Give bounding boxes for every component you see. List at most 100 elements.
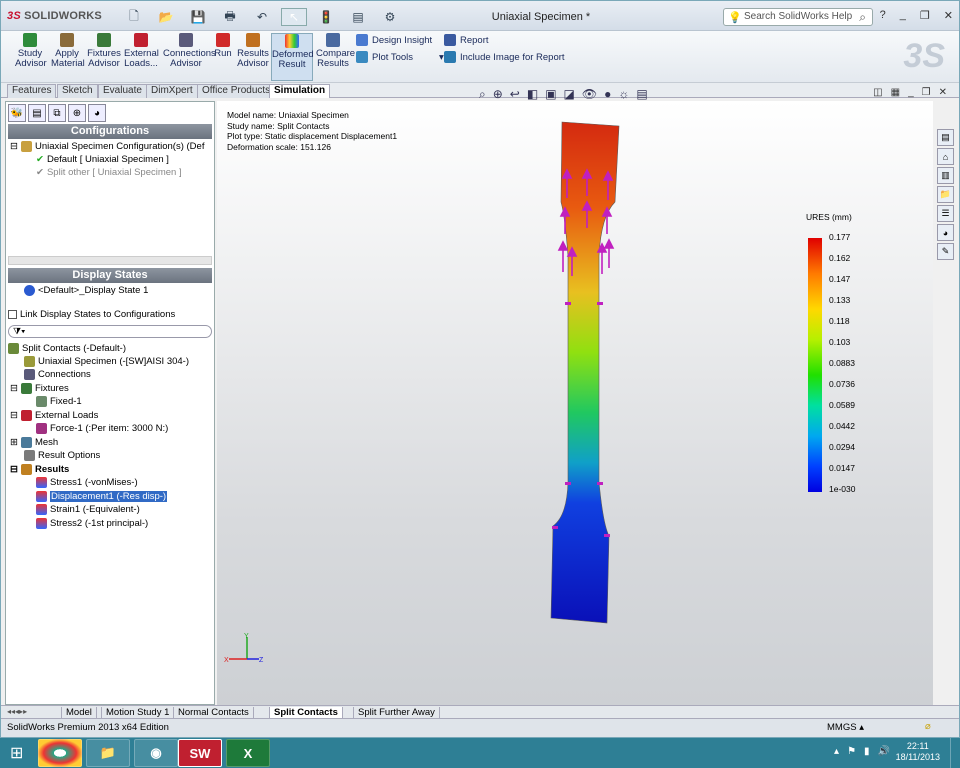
help-icon[interactable]: ? [880,9,886,22]
link-display-states[interactable]: Link Display States to Configurations [8,309,175,320]
tree-results[interactable]: ⊟ Results [10,464,69,475]
link-display-states-checkbox[interactable] [8,310,17,319]
resources-icon[interactable]: ▤ [937,129,954,146]
restore-button[interactable]: ❐ [920,9,930,22]
tab-simulation[interactable]: Simulation [269,84,331,98]
solidworks-taskbar-icon[interactable]: SW [178,739,222,767]
connections-icon [179,33,193,47]
tree-filter-input[interactable]: ⧩▾ [8,325,212,338]
config-root[interactable]: ⊟ Uniaxial Specimen Configuration(s) (Def [10,141,204,152]
collapse-icon[interactable]: ⊟ [10,464,18,475]
close-button[interactable]: ✕ [944,9,953,22]
tab-sketch[interactable]: Sketch [57,84,98,98]
report-icon [444,34,456,46]
collapse-icon[interactable]: ⊟ [10,410,18,421]
file-props-icon[interactable]: ▤ [345,8,371,26]
dimxpert-tab-icon[interactable]: ⊕ [68,104,86,122]
flag-icon[interactable]: ⚑ [847,746,856,757]
tree-part[interactable]: Uniaxial Specimen (-[SW]AISI 304-) [24,356,189,367]
select-icon[interactable]: ↖ [281,8,307,26]
network-icon[interactable]: ▮ [864,746,870,757]
view-palette-icon[interactable]: ☰ [937,205,954,222]
tree-fixed-1[interactable]: Fixed-1 [36,396,82,407]
split-view-icon[interactable]: ◫ [873,87,882,98]
design-library-icon[interactable]: ▥ [937,167,954,184]
solidworks-logo[interactable]: 3S SOLIDWORKS [7,10,102,22]
taskbar-clock[interactable]: 22:11 18/11/2013 [896,741,940,763]
save-icon[interactable]: 💾 [185,8,211,26]
property-manager-tab-icon[interactable]: ▤ [28,104,46,122]
display-manager-tab-icon[interactable]: ◕ [88,104,106,122]
undo-icon[interactable]: ↶ [249,8,275,26]
display-state-item[interactable]: <Default>_Display State 1 [24,285,148,296]
collapse-icon[interactable]: ⊟ [10,383,18,394]
file-explorer-taskbar-icon[interactable]: 📁 [86,739,130,767]
new-icon[interactable]: 🗋 [121,8,147,26]
rebuild-icon[interactable]: 🚦 [313,8,339,26]
tray-chevron-icon[interactable]: ▴ [834,746,839,757]
windows-start-icon[interactable]: ⊞ [10,743,23,763]
tab-dimxpert[interactable]: DimXpert [146,84,198,98]
excel-icon[interactable]: X [226,739,270,767]
run-button[interactable]: Run [212,33,234,81]
tree-stress2[interactable]: Stress2 (-1st principal-) [36,518,148,529]
tree-result-options[interactable]: Result Options [24,450,100,461]
report-button[interactable]: Report [444,34,489,46]
connections-advisor-button[interactable]: Connections Advisor [163,33,216,81]
svg-text:X: X [224,657,229,664]
config-item-default[interactable]: ✔ Default [ Uniaxial Specimen ] [36,154,169,165]
compare-results-button[interactable]: Compare Results [316,33,355,81]
fixtures-advisor-button[interactable]: Fixtures Advisor [87,33,121,81]
tile-view-icon[interactable]: ▦ [891,87,900,98]
show-desktop-button[interactable] [950,738,958,768]
help-search-input[interactable]: 💡 Search SolidWorks Help ⌕ [723,8,873,26]
tab-scroll-arrows[interactable]: ◂◂◂▸▸ [7,707,27,716]
volume-icon[interactable]: 🔊 [878,746,890,757]
horizontal-scrollbar[interactable] [8,256,212,265]
tree-mesh[interactable]: ⊞ Mesh [10,437,58,448]
file-explorer-icon[interactable]: 📁 [937,186,954,203]
study-advisor-button[interactable]: Study Advisor [15,33,47,81]
expand-icon[interactable]: ⊞ [10,437,18,448]
tree-fixtures[interactable]: ⊟ Fixtures [10,383,69,394]
rebuild-status-icon[interactable]: ⌀ [925,721,931,732]
external-loads-button[interactable]: External Loads... [124,33,159,81]
deformed-result-button[interactable]: Deformed Result [271,33,314,81]
chrome-icon[interactable] [38,739,82,767]
tab-office-products[interactable]: Office Products [197,84,276,98]
plot-icon [36,504,47,515]
vp-close-button[interactable]: ✕ [939,87,947,98]
appearances-icon[interactable]: ◕ [937,224,954,241]
config-manager-tab-icon[interactable]: ⧉ [48,104,66,122]
feature-manager-tab-icon[interactable]: 🐝 [8,104,26,122]
include-image-button[interactable]: Include Image for Report [444,51,565,63]
tree-connections[interactable]: Connections [24,369,91,380]
open-icon[interactable]: 📂 [153,8,179,26]
tab-features[interactable]: Features [7,84,57,98]
results-advisor-button[interactable]: Results Advisor [237,33,269,81]
media-player-icon[interactable]: ◉ [134,739,178,767]
config-item-split-other[interactable]: ✔ Split other [ Uniaxial Specimen ] [36,167,182,178]
vp-restore-button[interactable]: ❐ [922,87,931,98]
options-icon[interactable]: ⚙ [377,8,403,26]
vp-minimize-button[interactable]: _ [908,87,914,98]
tree-external-loads[interactable]: ⊟ External Loads [10,410,98,421]
tab-evaluate[interactable]: Evaluate [98,84,147,98]
specimen-model[interactable] [541,116,631,631]
search-icon[interactable]: ⌕ [859,10,866,25]
print-icon[interactable]: 🖶 [217,8,243,26]
tree-strain1[interactable]: Strain1 (-Equivalent-) [36,504,140,515]
configurations-header: Configurations [8,124,212,139]
collapse-icon[interactable]: ⊟ [10,141,18,152]
minimize-button[interactable]: _ [900,9,906,22]
study-root[interactable]: Split Contacts (-Default-) [8,343,126,354]
tree-force-1[interactable]: Force-1 (:Per item: 3000 N:) [36,423,168,434]
design-insight-button[interactable]: Design Insight [356,34,432,46]
units-selector[interactable]: MMGS ▴ [827,722,864,733]
home-icon[interactable]: ⌂ [937,148,954,165]
plot-tools-button[interactable]: Plot Tools ▾ [356,51,444,63]
tree-displacement1[interactable]: Displacement1 (-Res disp-) [36,491,168,502]
custom-props-icon[interactable]: ✎ [937,243,954,260]
tree-stress1[interactable]: Stress1 (-vonMises-) [36,477,138,488]
apply-material-button[interactable]: Apply Material [51,33,85,81]
